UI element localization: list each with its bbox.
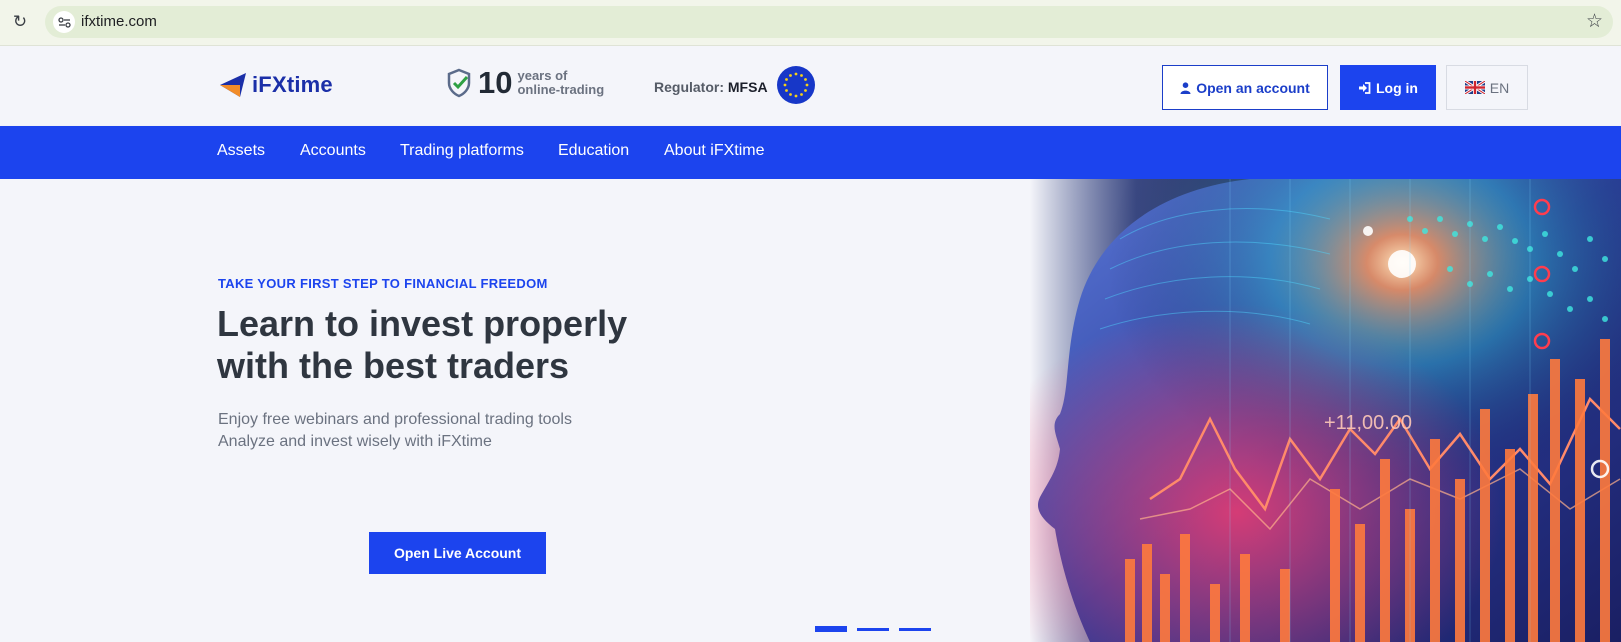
login-label: Log in xyxy=(1376,79,1418,96)
star-icon[interactable]: ☆ xyxy=(1586,10,1603,33)
slider-dot-2[interactable] xyxy=(857,628,889,631)
logo-arrow-icon xyxy=(220,73,246,97)
nav-item-trading-platforms[interactable]: Trading platforms xyxy=(400,142,524,160)
years-line-1: years of xyxy=(517,67,568,83)
login-button[interactable]: Log in xyxy=(1340,65,1436,110)
reload-icon[interactable]: ↻ xyxy=(10,12,30,32)
regulator-label: Regulator: xyxy=(654,79,724,95)
hero-kicker: TAKE YOUR FIRST STEP TO FINANCIAL FREEDO… xyxy=(218,276,548,291)
hero-section: +11,00.00 TAKE YOUR FIRST STEP TO FINANC… xyxy=(0,179,1621,642)
nav-item-accounts[interactable]: Accounts xyxy=(300,142,366,160)
nav-item-assets[interactable]: Assets xyxy=(217,142,265,160)
site-header: iFXtime 10 years of online-trading Regul… xyxy=(0,46,1621,126)
hero-subtext-line-2: Analyze and invest wisely with iFXtime xyxy=(218,433,492,450)
address-bar[interactable]: ifxtime.com ☆ xyxy=(45,6,1613,38)
slider-dot-3[interactable] xyxy=(899,628,931,631)
tune-icon[interactable] xyxy=(53,11,75,33)
user-icon xyxy=(1180,81,1191,94)
hero-headline: Learn to invest properly with the best t… xyxy=(217,303,697,387)
open-account-button[interactable]: Open an account xyxy=(1162,65,1328,110)
nav-item-about[interactable]: About iFXtime xyxy=(664,142,764,160)
hero-art-value-label: +11,00.00 xyxy=(1324,412,1413,434)
years-line-2: online-trading xyxy=(517,81,605,97)
slider-dot-1[interactable] xyxy=(815,626,847,632)
years-number: 10 xyxy=(478,65,513,100)
language-selector[interactable]: EN xyxy=(1446,65,1528,110)
logo[interactable]: iFXtime xyxy=(218,71,333,99)
hero-headline-line-2: with the best traders xyxy=(217,345,570,386)
main-nav: Assets Accounts Trading platforms Educat… xyxy=(0,126,1621,179)
sign-in-icon xyxy=(1359,81,1371,94)
regulator-name: MFSA xyxy=(727,79,768,95)
open-account-label: Open an account xyxy=(1196,79,1310,96)
hero-subtext: Enjoy free webinars and professional tra… xyxy=(218,409,638,453)
browser-toolbar: ↻ ifxtime.com ☆ xyxy=(0,0,1621,46)
nav-item-education[interactable]: Education xyxy=(558,142,629,160)
shield-check-icon xyxy=(447,68,471,97)
years-caption: years of online-trading xyxy=(517,67,605,97)
url-text[interactable]: ifxtime.com xyxy=(81,13,157,30)
hero-subtext-line-1: Enjoy free webinars and professional tra… xyxy=(218,411,572,428)
experience-badge: 10 years of online-trading xyxy=(446,67,604,98)
hero-headline-line-1: Learn to invest properly xyxy=(217,303,628,344)
eu-flag-icon xyxy=(777,66,815,104)
regulator-info: Regulator: MFSA xyxy=(654,79,768,95)
open-live-account-button[interactable]: Open Live Account xyxy=(369,532,546,574)
hero-ai-face-image xyxy=(1030,179,1621,642)
logo-text: iFXtime xyxy=(252,72,333,97)
language-label: EN xyxy=(1489,79,1510,96)
uk-flag-icon xyxy=(1464,81,1485,94)
